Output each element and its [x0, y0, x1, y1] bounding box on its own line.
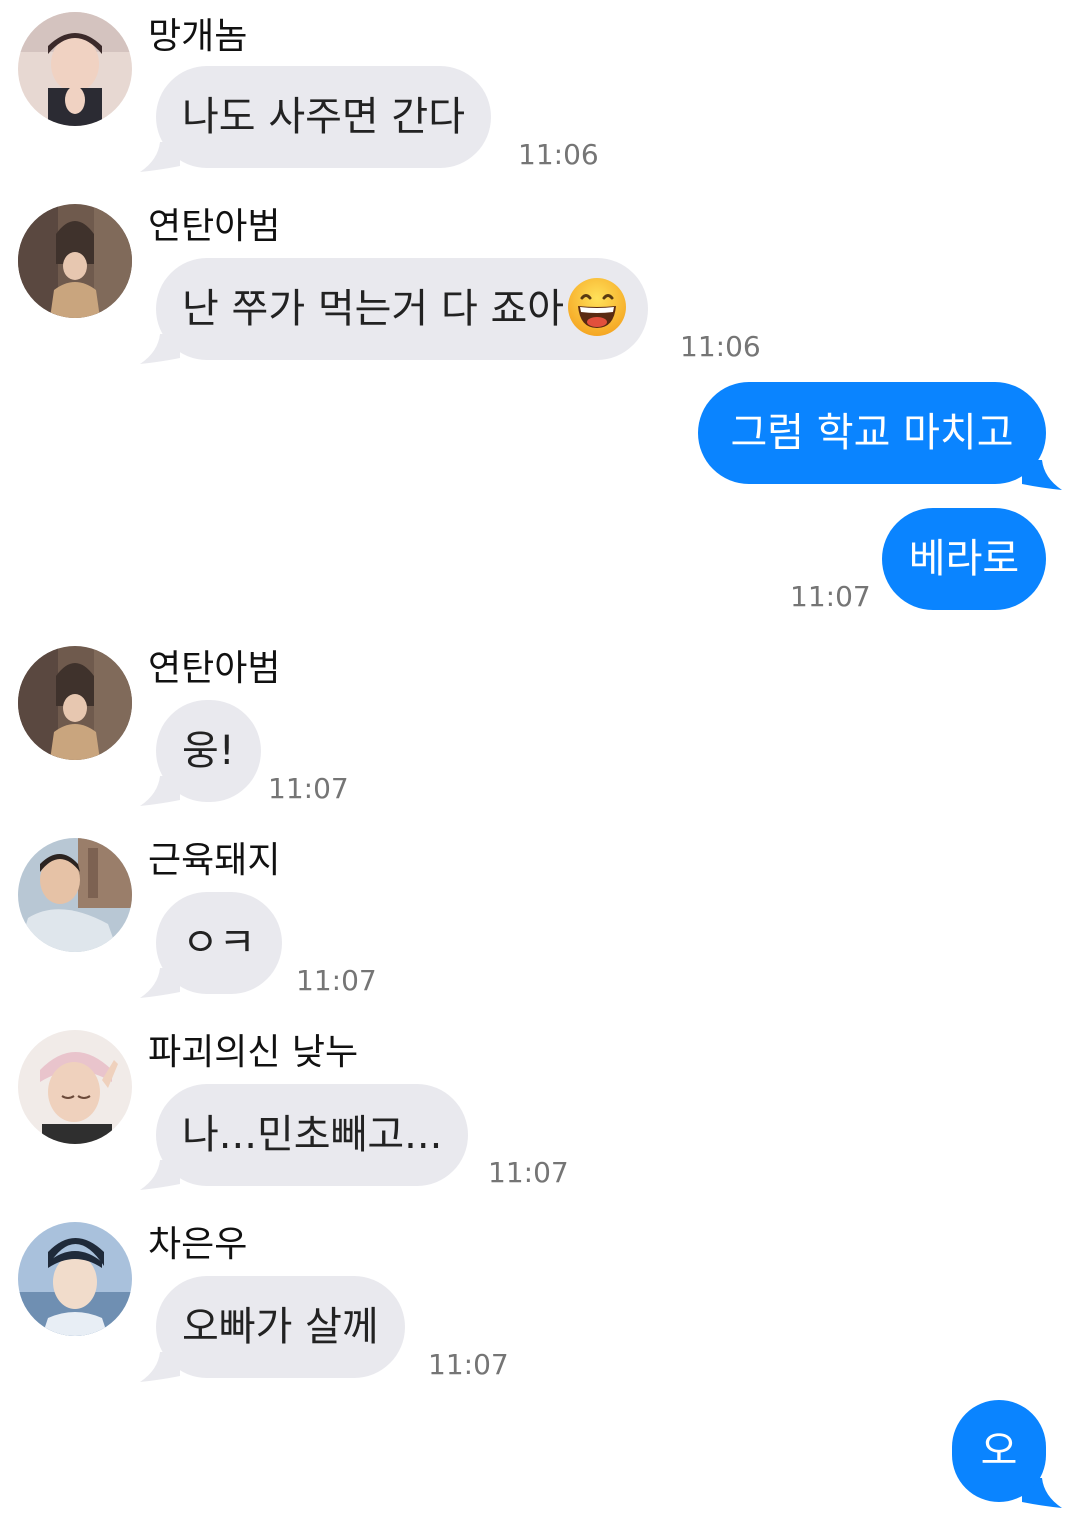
sender-avatar[interactable]	[18, 838, 132, 952]
sender-name: 망개놈	[148, 16, 248, 57]
message-bubble[interactable]: 그럼 학교 마치고	[698, 382, 1046, 484]
sender-avatar[interactable]	[18, 1222, 132, 1336]
message-bubble[interactable]: 오	[952, 1400, 1046, 1502]
sender-name: 연탄아범	[148, 206, 281, 247]
message-timestamp: 11:07	[268, 772, 349, 805]
message-timestamp: 11:07	[790, 580, 871, 613]
sender-avatar[interactable]	[18, 12, 132, 126]
sender-name: 연탄아범	[148, 648, 281, 689]
message-bubble[interactable]: 나...민초빼고...	[156, 1084, 469, 1186]
message-bubble[interactable]: 웅!	[156, 700, 261, 802]
message-bubble[interactable]: ㅇㅋ	[156, 892, 282, 994]
message-bubble[interactable]: 난 쭈가 먹는거 다 죠아	[156, 258, 649, 360]
message-bubble[interactable]: 베라로	[882, 508, 1046, 610]
sender-name: 파괴의신 낮누	[148, 1032, 359, 1073]
chat-message-list[interactable]: 망개놈 나도 사주면 간다 11:06 연탄아범 난 쭈가 먹는거 다 죠아 1…	[0, 0, 1080, 1515]
sender-avatar[interactable]	[18, 646, 132, 760]
sender-avatar[interactable]	[18, 204, 132, 318]
message-timestamp: 11:06	[680, 330, 761, 363]
message-text: 난 쭈가 먹는거 다 죠아	[182, 286, 565, 332]
sender-name: 근육돼지	[148, 840, 281, 881]
message-bubble[interactable]: 오빠가 살께	[156, 1276, 405, 1378]
sender-name: 차은우	[148, 1224, 248, 1265]
message-timestamp: 11:07	[488, 1156, 569, 1189]
sender-avatar[interactable]	[18, 1030, 132, 1144]
message-timestamp: 11:07	[296, 964, 377, 997]
message-timestamp: 11:06	[518, 138, 599, 171]
message-timestamp: 11:07	[428, 1348, 509, 1381]
grinning-face-emoji-icon	[566, 276, 628, 338]
message-bubble[interactable]: 나도 사주면 간다	[156, 66, 492, 168]
